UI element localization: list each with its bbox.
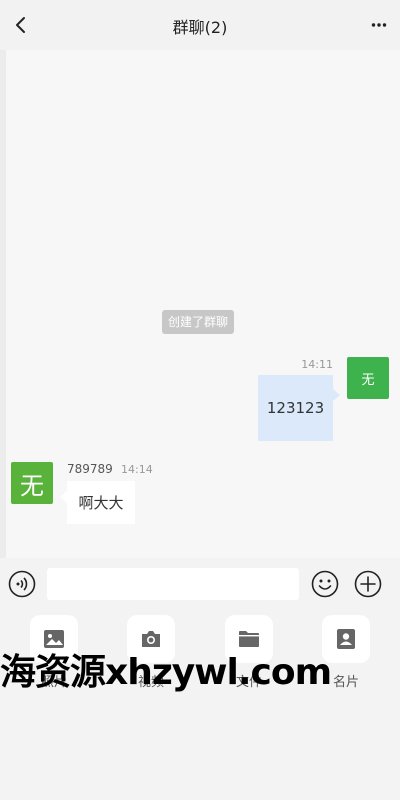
plus-icon bbox=[354, 570, 382, 598]
voice-icon bbox=[8, 570, 36, 598]
more-dots-icon bbox=[371, 23, 387, 27]
self-message-bubble[interactable]: 123123 bbox=[258, 375, 340, 441]
tools-panel: 照片 视频 文件 名片 bbox=[0, 610, 400, 800]
more-tools-button[interactable] bbox=[354, 570, 382, 598]
message-time: 14:11 bbox=[301, 358, 333, 371]
input-bar bbox=[0, 558, 400, 610]
voice-button[interactable] bbox=[8, 570, 36, 598]
chat-edge-divider bbox=[0, 50, 6, 558]
system-notice: 创建了群聊 bbox=[162, 310, 235, 334]
watermark-text: 海资源xhzywl.com bbox=[0, 652, 332, 693]
message-text: 啊大大 bbox=[78, 494, 124, 512]
sender-name: 789789 bbox=[67, 462, 113, 476]
sender-avatar[interactable]: 无 bbox=[11, 462, 53, 504]
emoji-icon bbox=[311, 570, 339, 598]
chat-area[interactable] bbox=[0, 50, 400, 558]
message-input[interactable] bbox=[47, 568, 299, 600]
message-text: 123123 bbox=[266, 399, 325, 417]
page-title: 群聊(2) bbox=[172, 18, 228, 37]
avatar-text: 无 bbox=[361, 372, 375, 388]
emoji-button[interactable] bbox=[311, 570, 339, 598]
self-avatar[interactable]: 无 bbox=[347, 357, 389, 399]
contact-card-icon bbox=[337, 629, 355, 649]
more-button[interactable] bbox=[368, 14, 390, 36]
avatar-text: 无 bbox=[20, 471, 44, 500]
top-bar: 群聊(2) bbox=[0, 0, 400, 50]
received-message-bubble[interactable]: 啊大大 bbox=[60, 481, 135, 524]
message-time: 14:14 bbox=[121, 463, 153, 476]
